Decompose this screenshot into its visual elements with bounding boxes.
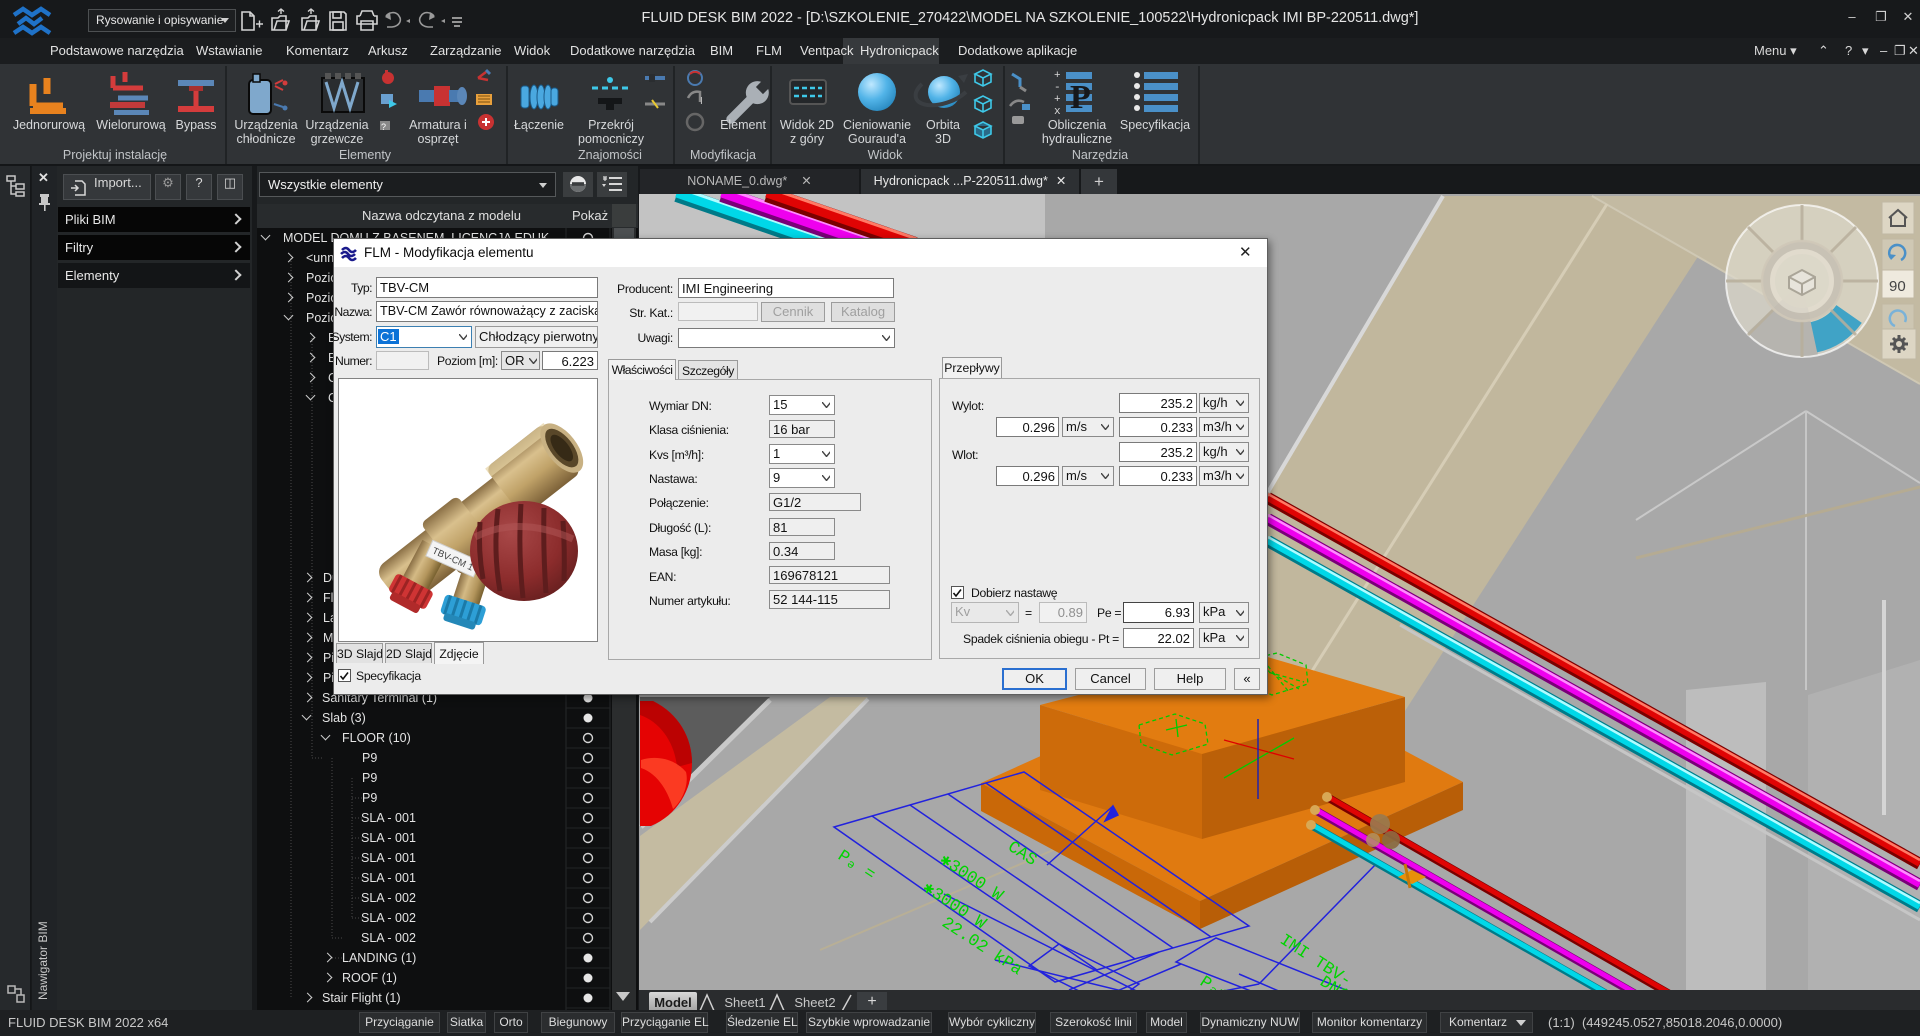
svg-text:-: - (1054, 82, 1061, 94)
svg-text:+: + (1054, 94, 1061, 106)
svg-text:x: x (1054, 106, 1061, 118)
svg-text:90: 90 (1889, 278, 1906, 295)
svg-text:?: ? (381, 122, 386, 132)
svg-text:+: + (1054, 70, 1061, 82)
svg-text:P: P (1070, 79, 1091, 116)
svg-text:I: I (700, 96, 703, 107)
